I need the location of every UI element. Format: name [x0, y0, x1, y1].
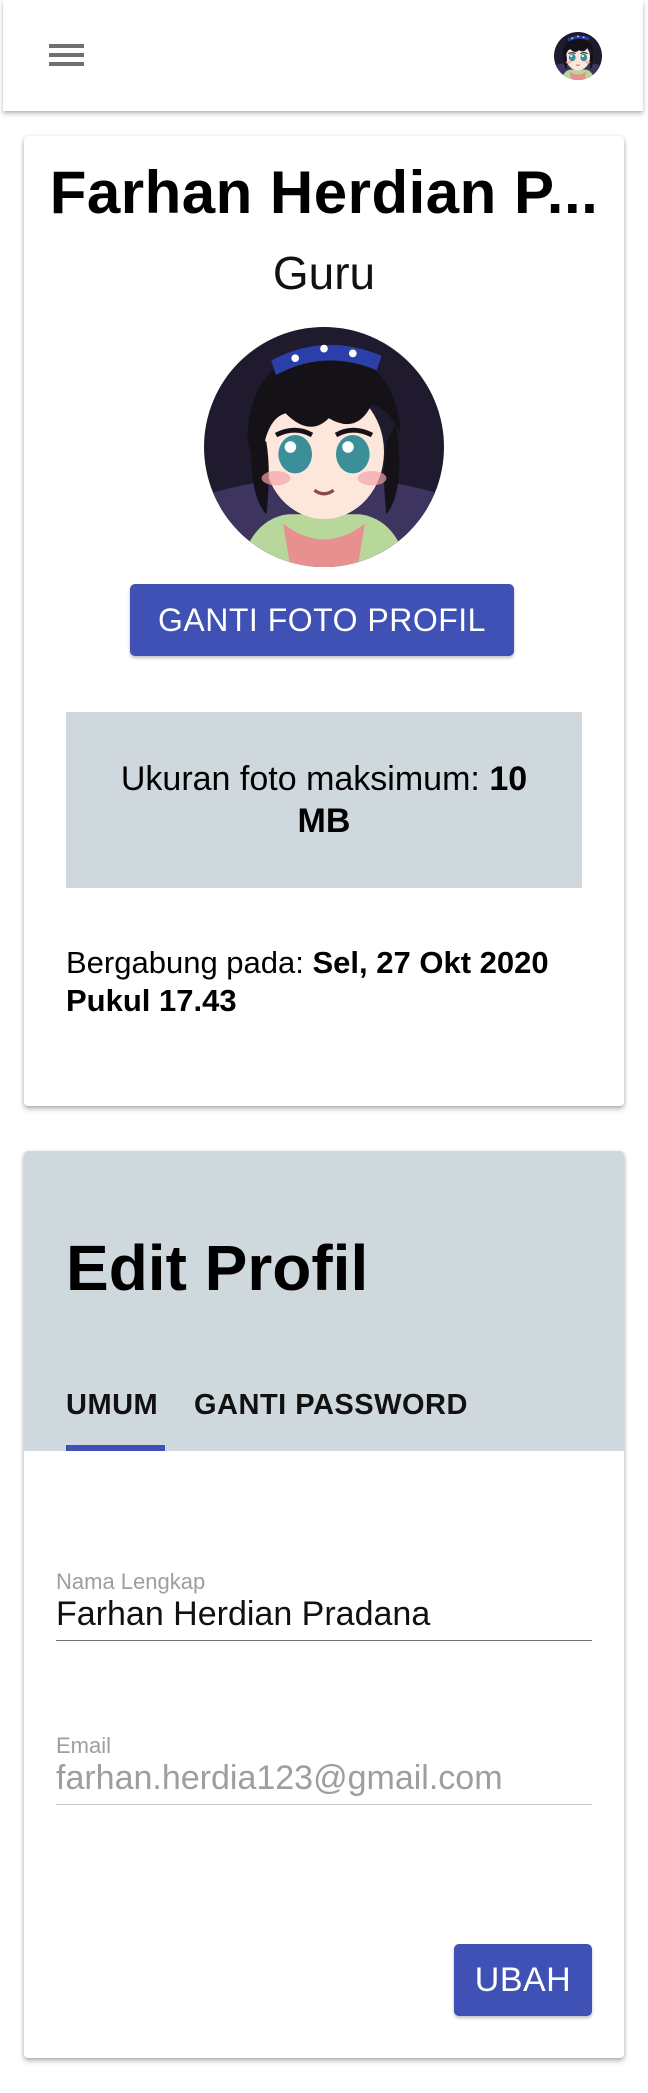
profile-name: Farhan Herdian P...: [49, 160, 599, 226]
edit-profile-header: Edit Profil UMUM GANTI PASSWORD: [24, 1151, 624, 1451]
profile-role: Guru: [272, 247, 376, 299]
change-photo-button[interactable]: GANTI FOTO PROFIL: [130, 584, 514, 656]
full-name-field: Nama Lengkap: [56, 1569, 592, 1641]
tab-umum[interactable]: UMUM: [66, 1389, 158, 1422]
hamburger-menu-icon[interactable]: [45, 38, 85, 72]
full-name-label: Nama Lengkap: [56, 1569, 206, 1594]
max-photo-size-notice: Ukuran foto maksimum: 10 MB: [66, 712, 582, 888]
active-tab-indicator: [66, 1445, 165, 1451]
edit-profile-card: Edit Profil UMUM GANTI PASSWORD Nama Len…: [24, 1151, 624, 2058]
edit-profile-title: Edit Profil: [66, 1232, 369, 1304]
email-label: Email: [56, 1733, 112, 1758]
max-size-label: Ukuran foto maksimum:: [120, 760, 490, 798]
submit-button[interactable]: UBAH: [454, 1944, 592, 2016]
joined-date: Bergabung pada: Sel, 27 Okt 2020 Pukul 1…: [66, 944, 586, 1020]
user-avatar-icon[interactable]: [554, 32, 602, 80]
email-field: Email: [56, 1733, 592, 1805]
full-name-input[interactable]: [56, 1595, 592, 1641]
profile-card: Farhan Herdian P... Guru GANTI FOTO PROF…: [24, 136, 624, 1106]
email-input[interactable]: [56, 1759, 592, 1805]
tab-change-password[interactable]: GANTI PASSWORD: [194, 1389, 468, 1422]
top-app-bar: [3, 0, 643, 111]
joined-label: Bergabung pada:: [66, 945, 313, 980]
profile-photo: [204, 327, 444, 567]
